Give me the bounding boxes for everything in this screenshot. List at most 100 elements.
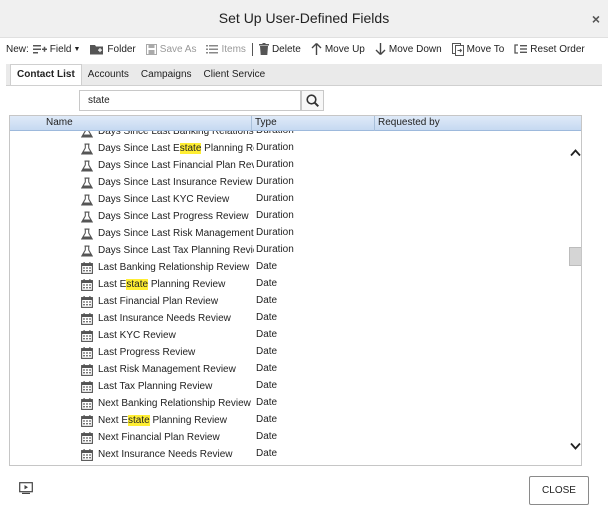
table-row[interactable]: Last Financial Plan Review Date — [10, 294, 570, 311]
reset-order-button[interactable]: Reset Order — [514, 43, 585, 55]
search-button[interactable] — [301, 90, 324, 111]
flask-icon — [80, 131, 94, 138]
table-row[interactable]: Last Tax Planning Review Date — [10, 379, 570, 396]
table-row[interactable]: Days Since Last Insurance Review Duration — [10, 175, 570, 192]
field-name-cell: Last Estate Planning Review — [98, 279, 226, 290]
dialog-titlebar: Set Up User-Defined Fields × — [0, 0, 608, 38]
table-row[interactable]: Next Financial Plan Review Date — [10, 430, 570, 447]
table-row[interactable]: Days Since Last Progress Review Duration — [10, 209, 570, 226]
field-name-cell: Next Financial Plan Review — [98, 432, 220, 443]
calendar-icon — [81, 296, 93, 308]
field-type-cell: Duration — [256, 193, 294, 204]
reset-order-icon — [514, 44, 528, 54]
trash-icon — [258, 43, 269, 55]
table-row[interactable]: Next Insurance Needs Review Date — [10, 447, 570, 464]
move-to-button[interactable]: Move To — [451, 42, 504, 56]
new-field-button[interactable]: Field ▼ — [32, 44, 81, 55]
fields-grid: Name Type Requested by Days Since Last B… — [9, 115, 582, 466]
field-type-cell: Date — [256, 278, 278, 289]
reset-order-label: Reset Order — [530, 43, 585, 55]
calendar-icon — [81, 330, 93, 342]
flask-icon — [80, 228, 94, 240]
flask-icon — [80, 245, 94, 257]
vertical-scrollbar[interactable] — [569, 131, 581, 465]
flask-icon — [80, 160, 94, 172]
dialog-title: Set Up User-Defined Fields — [218, 10, 390, 26]
tab-campaigns[interactable]: Campaigns — [135, 65, 198, 85]
field-name-cell: Last KYC Review — [98, 330, 176, 341]
table-row[interactable]: Days Since Last Banking Relationship Rev… — [10, 131, 570, 141]
table-row[interactable]: Last KYC Review Date — [10, 328, 570, 345]
table-row[interactable]: Last Insurance Needs Review Date — [10, 311, 570, 328]
search-input[interactable] — [79, 90, 301, 111]
search-icon — [306, 94, 319, 107]
field-type-cell: Duration — [256, 244, 294, 255]
field-type-cell: Date — [256, 380, 278, 391]
tab-client-service[interactable]: Client Service — [198, 65, 272, 85]
column-divider[interactable] — [251, 116, 252, 131]
search-match-highlight: state — [179, 143, 202, 154]
scrollbar-thumb[interactable] — [569, 247, 581, 266]
delete-label: Delete — [271, 43, 301, 55]
table-row[interactable]: Last Estate Planning Review Date — [10, 277, 570, 294]
search-match-highlight: state — [126, 279, 149, 290]
scroll-up-icon[interactable] — [570, 148, 581, 158]
close-icon[interactable]: × — [592, 11, 600, 27]
field-type-cell: Date — [256, 261, 278, 272]
table-row[interactable]: Last Progress Review Date — [10, 345, 570, 362]
table-row[interactable]: Days Since Last KYC Review Duration — [10, 192, 570, 209]
field-name-cell: Days Since Last Banking Relationship Rev… — [98, 131, 254, 137]
tab-bar: Contact List Accounts Campaigns Client S… — [6, 64, 602, 86]
field-name-cell: Days Since Last KYC Review — [98, 194, 230, 205]
field-name-cell: Days Since Last Risk Management Review — [98, 228, 254, 239]
field-type-cell: Date — [256, 363, 278, 374]
flask-icon — [80, 211, 94, 223]
field-type-cell: Duration — [256, 176, 294, 187]
column-header-name[interactable]: Name — [46, 117, 73, 128]
field-name-cell: Next Banking Relationship Review — [98, 398, 251, 409]
table-row[interactable]: Days Since Last Tax Planning Review Durat… — [10, 243, 570, 260]
arrow-down-icon — [375, 43, 386, 55]
items-button[interactable]: Items — [206, 44, 246, 55]
calendar-icon — [81, 449, 93, 461]
table-row[interactable]: Next Estate Planning Review Date — [10, 413, 570, 430]
search-match-highlight: state — [128, 415, 150, 426]
table-row[interactable]: Last Banking Relationship Review Date — [10, 260, 570, 277]
calendar-icon — [81, 262, 93, 274]
folder-add-icon — [90, 44, 104, 54]
field-type-cell: Date — [256, 448, 278, 459]
toolbar-divider — [251, 42, 253, 56]
tab-contact-list[interactable]: Contact List — [10, 64, 82, 85]
move-down-button[interactable]: Move Down — [375, 43, 442, 55]
close-button[interactable]: CLOSE — [529, 476, 589, 505]
table-row[interactable]: Last Risk Management Review Date — [10, 362, 570, 379]
field-name-cell: Last Banking Relationship Review — [98, 262, 250, 273]
table-row[interactable]: Days Since Last Estate Planning ReviewDu… — [10, 141, 570, 158]
chevron-down-icon: ▼ — [73, 45, 81, 53]
grid-header: Name Type Requested by — [10, 116, 581, 131]
arrow-up-icon — [311, 43, 322, 55]
new-folder-button[interactable]: Folder — [90, 43, 136, 55]
delete-button[interactable]: Delete — [258, 43, 301, 55]
scroll-down-icon[interactable] — [570, 441, 581, 451]
add-field-icon — [32, 45, 47, 54]
save-as-button[interactable]: Save As — [145, 43, 196, 55]
move-up-button[interactable]: Move Up — [311, 43, 365, 55]
field-type-cell: Date — [256, 329, 278, 340]
field-type-cell: Duration — [256, 131, 294, 136]
table-row[interactable]: Days Since Last Financial Plan ReviewDur… — [10, 158, 570, 175]
calendar-icon — [81, 347, 93, 359]
folder-label: Folder — [107, 43, 136, 55]
table-row[interactable]: Days Since Last Risk Management ReviewDu… — [10, 226, 570, 243]
table-row[interactable]: Next Banking Relationship Review Date — [10, 396, 570, 413]
column-header-type[interactable]: Type — [255, 117, 277, 128]
column-divider[interactable] — [374, 116, 375, 131]
calendar-icon — [81, 381, 93, 393]
tab-accounts[interactable]: Accounts — [82, 65, 135, 85]
calendar-icon — [81, 364, 93, 376]
toolbar: New: Field ▼ Folder Save As Items Delete… — [0, 40, 608, 58]
field-name-cell: Days Since Last Progress Review — [98, 211, 249, 222]
grid-body: Days Since Last Banking Relationship Rev… — [10, 131, 570, 465]
preview-icon[interactable] — [19, 482, 33, 494]
column-header-requested-by[interactable]: Requested by — [378, 117, 440, 128]
